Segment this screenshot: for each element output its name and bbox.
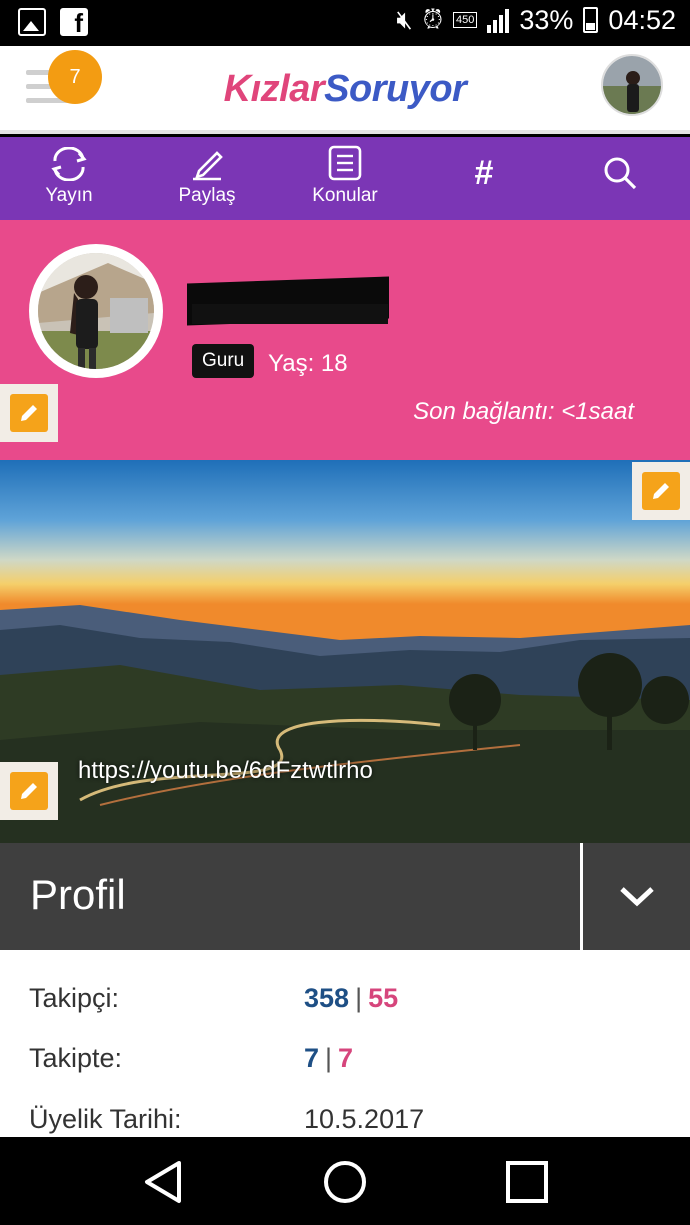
header-avatar[interactable] (601, 54, 663, 116)
chevron-down-icon[interactable] (583, 843, 690, 950)
profile-stats: Takipçi: 358 | 55 Takipte: 7 | 7 Üyelik Tari… (0, 950, 690, 1137)
separator: | (355, 983, 363, 1013)
redacted-username-bar (192, 304, 388, 324)
member-since-label: Üyelik Tarihi: (29, 1104, 182, 1134)
system-nav-bar (0, 1137, 690, 1225)
nav-label: Konular (312, 185, 378, 206)
nav-item-paylas[interactable]: Paylaş (170, 137, 244, 220)
nav-item-search[interactable] (598, 137, 642, 220)
data-icon: 450 (453, 12, 478, 28)
following-count-secondary[interactable]: 7 (338, 1043, 353, 1073)
main-nav: Yayın Paylaş Konular # (0, 137, 690, 220)
hashtag-icon: # (474, 153, 494, 192)
profile-section-header[interactable]: Profil (0, 843, 690, 950)
profile-avatar[interactable] (29, 244, 163, 378)
member-since-value: 10.5.2017 (304, 1104, 425, 1134)
pencil-icon (10, 394, 48, 432)
alarm-icon: ⏰︎ (422, 4, 444, 34)
following-count[interactable]: 7 (304, 1043, 319, 1073)
logo-part-soruyor: Soruyor (324, 68, 467, 110)
nav-item-hashtag[interactable]: # (462, 137, 506, 220)
mute-icon: 🔇︎ (396, 4, 413, 34)
feed-icon (38, 137, 100, 181)
logo-part-kizlar: Kızlar (223, 68, 325, 110)
profile-banner: Guru Yaş: 18 Son bağlantı: <1saat (0, 220, 690, 460)
home-icon[interactable] (322, 1159, 368, 1205)
nav-item-yayin[interactable]: Yayın (38, 137, 100, 220)
followers-count[interactable]: 358 (304, 983, 349, 1013)
signal-icon (487, 7, 510, 33)
cover-image: https://youtu.be/6dFztwtlrho (0, 460, 690, 843)
pencil-icon (170, 137, 244, 181)
followers-label: Takipçi: (29, 983, 120, 1013)
back-icon[interactable] (141, 1159, 187, 1205)
pencil-icon (642, 472, 680, 510)
following-label: Takipte: (29, 1043, 123, 1073)
stat-row-followers: Takipçi: 358 | 55 (0, 983, 690, 1023)
cover-link[interactable]: https://youtu.be/6dFztwtlrho (78, 757, 373, 785)
search-icon (598, 137, 642, 209)
nav-label: Yayın (45, 185, 93, 206)
facebook-icon: f (60, 8, 88, 36)
edit-link-button[interactable] (0, 762, 58, 820)
separator: | (325, 1043, 333, 1073)
followers-count-secondary[interactable]: 55 (368, 983, 398, 1013)
stat-row-following: Takipte: 7 | 7 (0, 1043, 690, 1083)
nav-item-konular[interactable]: Konular (306, 137, 384, 220)
battery-icon (583, 7, 599, 33)
last-seen-text: Son bağlantı: <1saat (413, 398, 634, 425)
gallery-icon (18, 8, 46, 36)
section-title: Profil (30, 871, 126, 918)
list-icon (306, 137, 384, 181)
app-header: 7 KızlarSoruyor (0, 46, 690, 134)
stat-row-member-since: Üyelik Tarihi: 10.5.2017 (0, 1104, 690, 1137)
recents-icon[interactable] (504, 1159, 550, 1205)
nav-label: Paylaş (178, 185, 236, 206)
clock: 04:52 (608, 4, 676, 35)
app-logo[interactable]: KızlarSoruyor (0, 68, 690, 111)
edit-cover-button[interactable] (632, 462, 690, 520)
battery-level: 33% (519, 4, 574, 35)
pencil-icon (10, 772, 48, 810)
status-bar: f 🔇︎ ⏰︎ 450 33% 04:52 (0, 0, 690, 46)
edit-profile-button[interactable] (0, 384, 58, 442)
rank-badge: Guru (192, 344, 255, 378)
age-text: Yaş: 18 (268, 350, 348, 377)
